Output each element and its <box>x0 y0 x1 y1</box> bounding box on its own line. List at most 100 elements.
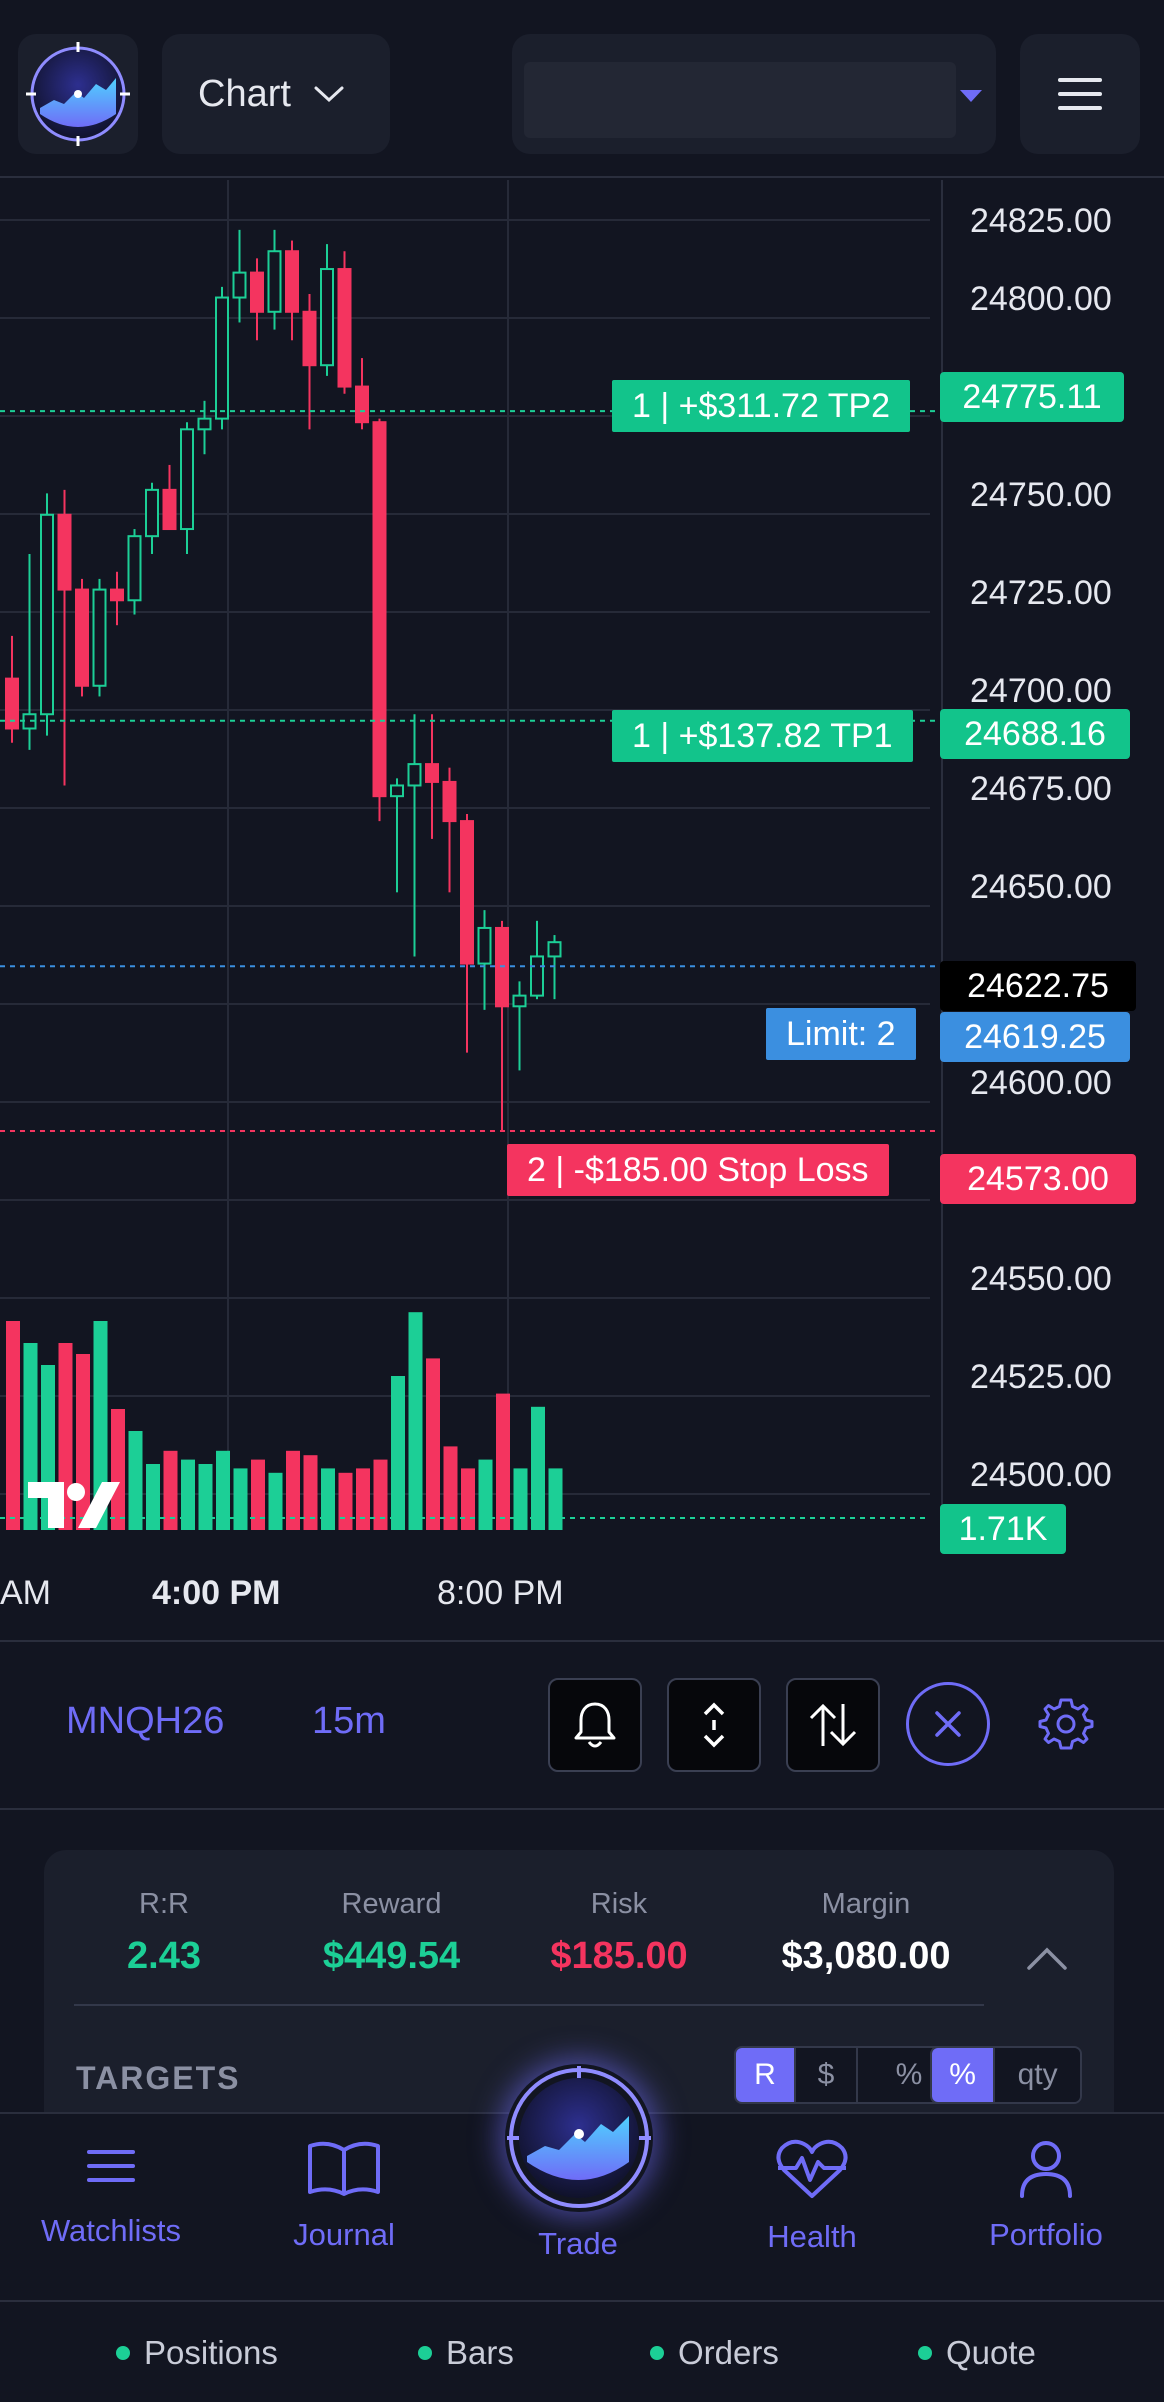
candle-body <box>407 763 422 787</box>
list-icon <box>87 2150 135 2182</box>
candle-body <box>355 385 369 424</box>
app-header: Chart <box>0 0 1164 178</box>
candle-body <box>215 296 229 420</box>
reverse-position-button[interactable] <box>786 1678 880 1772</box>
volume-bar <box>338 1472 353 1530</box>
candle-body <box>285 250 299 313</box>
logo-button[interactable] <box>18 34 138 154</box>
cancel-orders-button[interactable] <box>906 1682 990 1766</box>
candle-body <box>127 535 142 602</box>
stop-price-tag: 24573.00 <box>940 1154 1136 1204</box>
settings-button[interactable] <box>1036 1694 1096 1754</box>
margin-value: $3,080.00 <box>781 1935 951 1977</box>
symbol-selector[interactable]: MNQH26 <box>66 1700 224 1743</box>
tp2-order-label[interactable]: 1 | +$311.72 TP2 <box>612 380 911 432</box>
bell-icon <box>574 1702 616 1748</box>
time-label-8pm: 8:00 PM <box>437 1574 564 1612</box>
qty-option-percent[interactable]: % <box>932 2048 994 2102</box>
stop-loss-order-label[interactable]: 2 | -$185.00 Stop Loss <box>507 1144 889 1196</box>
price-axis-label: 24725.00 <box>970 574 1112 612</box>
user-icon <box>1020 2141 1072 2198</box>
candle-body <box>75 588 89 687</box>
close-icon <box>935 1711 961 1737</box>
volume-bar <box>391 1376 405 1530</box>
volume-bar <box>426 1358 440 1530</box>
view-selector-label: Chart <box>198 72 291 115</box>
volume-tag: 1.71K <box>940 1504 1066 1554</box>
book-icon <box>308 2141 380 2196</box>
price-axis-label: 24550.00 <box>970 1260 1112 1298</box>
caret-down-icon <box>960 90 982 102</box>
panel-divider <box>74 2004 984 2006</box>
qty-option-qty[interactable]: qty <box>993 2048 1080 2102</box>
margin-label: Margin <box>821 1888 911 1920</box>
nav-item-watchlists[interactable]: Watchlists <box>11 2138 211 2249</box>
candle-body <box>460 820 474 965</box>
timeframe-selector[interactable]: 15m <box>312 1700 386 1743</box>
candle-body <box>145 488 159 538</box>
margin-stat: Margin $3,080.00 <box>756 1888 976 1978</box>
account-selector[interactable] <box>512 34 996 154</box>
price-axis-label: 24750.00 <box>970 476 1112 514</box>
limit-order-label[interactable]: Limit: 2 <box>766 1008 916 1060</box>
nav-item-health[interactable]: Health <box>712 2138 912 2255</box>
menu-button[interactable] <box>1020 34 1140 154</box>
account-name-redacted <box>524 62 956 138</box>
candle-body <box>267 250 282 313</box>
nav-label-trade: Trade <box>538 2226 618 2261</box>
chevron-up-icon[interactable] <box>1026 1946 1068 1972</box>
volume-bar <box>146 1464 160 1530</box>
connection-status-bar: Positions Bars Orders Quote <box>0 2304 1164 2402</box>
radar-logo-icon <box>507 2066 651 2208</box>
candle-body <box>425 763 439 783</box>
alert-button[interactable] <box>548 1678 642 1772</box>
candle-body <box>250 271 264 313</box>
heart-pulse-icon <box>776 2139 848 2198</box>
nav-item-journal[interactable]: Journal <box>244 2138 444 2253</box>
price-axis-label: 24600.00 <box>970 1064 1112 1102</box>
nav-item-portfolio[interactable]: Portfolio <box>946 2138 1146 2253</box>
view-selector[interactable]: Chart <box>162 34 390 154</box>
status-label-orders: Orders <box>678 2334 779 2371</box>
price-axis-label: 24525.00 <box>970 1358 1112 1396</box>
rr-value: 2.43 <box>127 1935 201 1977</box>
candle-body <box>337 268 352 388</box>
fit-vertical-button[interactable] <box>667 1678 761 1772</box>
gear-icon <box>1038 1698 1094 1750</box>
unit-option-r[interactable]: R <box>736 2048 794 2102</box>
candle-body <box>477 926 492 965</box>
volume-bar <box>356 1468 370 1530</box>
volume-bar <box>548 1468 563 1530</box>
price-axis-label: 24500.00 <box>970 1456 1112 1494</box>
price-axis-label: 24700.00 <box>970 672 1112 710</box>
tradingview-logo-icon <box>28 1482 120 1528</box>
candle-body <box>92 588 107 687</box>
nav-item-trade[interactable] <box>505 2064 653 2212</box>
volume-bar <box>373 1459 388 1530</box>
swap-arrows-icon <box>809 1703 857 1747</box>
status-label-positions: Positions <box>144 2334 278 2371</box>
candle-body <box>390 784 404 798</box>
targets-heading: TARGETS <box>76 2060 241 2096</box>
last-price-tag: 24622.75 <box>940 961 1136 1011</box>
vertical-arrows-icon <box>703 1702 725 1748</box>
unit-option-dollar[interactable]: $ <box>794 2048 856 2102</box>
reward-value: $449.54 <box>322 1935 461 1977</box>
tp1-order-label[interactable]: 1 | +$137.82 TP1 <box>612 710 913 762</box>
status-quote: Quote <box>918 2334 1036 2372</box>
candle-body <box>302 310 317 367</box>
limit-price-tag: 24619.25 <box>940 1012 1130 1062</box>
candle-body <box>530 955 544 997</box>
nav-label-portfolio: Portfolio <box>989 2217 1103 2252</box>
volume-bar <box>513 1468 528 1530</box>
volume-bar <box>181 1459 195 1530</box>
status-bars: Bars <box>418 2334 514 2372</box>
volume-bar <box>198 1464 213 1530</box>
volume-bar <box>478 1459 493 1530</box>
price-chart[interactable]: 24825.00 24800.00 24750.00 24725.00 24700.00… <box>0 180 1164 1638</box>
candle-body <box>372 421 387 798</box>
candle-body <box>232 271 247 299</box>
target-qty-toggle: % qty <box>930 2046 1082 2104</box>
nav-label-health: Health <box>767 2219 857 2254</box>
reward-label: Reward <box>341 1888 442 1920</box>
